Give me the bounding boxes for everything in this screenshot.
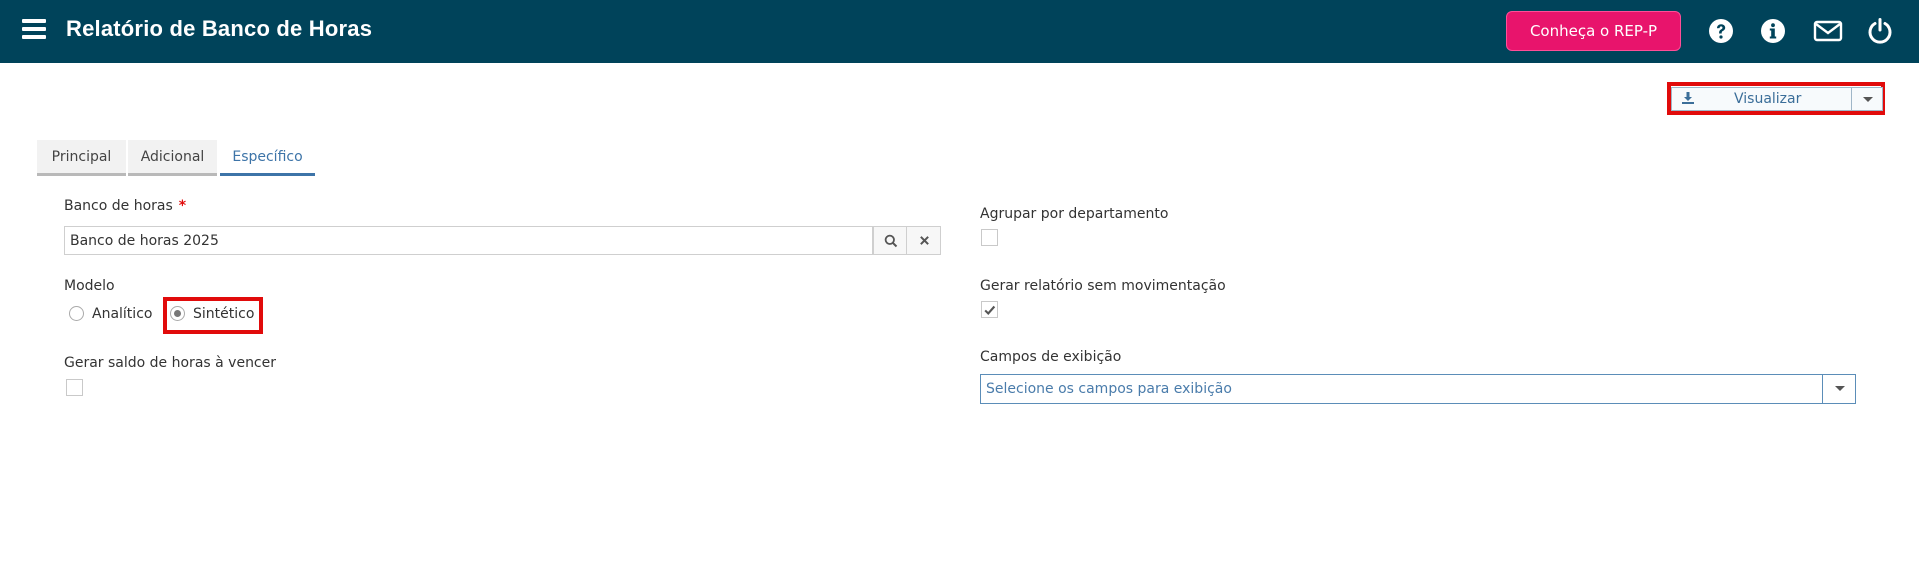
fields-label: Campos de exibição (980, 349, 1122, 365)
search-button[interactable] (873, 226, 908, 255)
group-label: Agrupar por departamento (980, 206, 1169, 222)
fields-select[interactable]: Selecione os campos para exibição (980, 374, 1856, 404)
page-title: Relatório de Banco de Horas (66, 16, 373, 41)
download-icon (1682, 92, 1694, 104)
menu-icon[interactable] (22, 19, 46, 41)
top-bar: Relatório de Banco de Horas Conheça o RE… (0, 0, 1919, 63)
no-movement-label: Gerar relatório sem movimentação (980, 278, 1226, 294)
required-mark: * (178, 198, 187, 214)
tab-adicional[interactable]: Adicional (128, 140, 217, 176)
bank-input[interactable]: Banco de horas 2025 (64, 226, 873, 255)
clear-button[interactable] (906, 226, 941, 255)
help-icon[interactable] (1707, 17, 1735, 45)
balance-checkbox[interactable] (66, 379, 83, 396)
chevron-down-icon (1835, 386, 1845, 391)
tab-especifico[interactable]: Específico (220, 140, 315, 176)
radio-analitico-label: Analítico (92, 306, 153, 322)
bank-label: Banco de horas * (64, 198, 186, 214)
radio-analitico[interactable] (69, 306, 84, 321)
radio-sintetico-label: Sintético (193, 306, 255, 322)
tab-principal[interactable]: Principal (37, 140, 126, 176)
visualizar-button[interactable]: Visualizar (1671, 87, 1851, 111)
bank-label-text: Banco de horas (64, 198, 173, 214)
model-label: Modelo (64, 278, 115, 294)
info-icon[interactable] (1759, 17, 1787, 45)
fields-dropdown-button[interactable] (1822, 374, 1856, 404)
visualizar-dropdown-button[interactable] (1851, 87, 1883, 111)
checkmark-icon (984, 305, 996, 316)
promo-button[interactable]: Conheça o REP-P (1506, 11, 1681, 51)
mail-icon[interactable] (1813, 17, 1843, 45)
no-movement-checkbox[interactable] (981, 301, 998, 318)
visualizar-label: Visualizar (1734, 91, 1802, 107)
search-icon (884, 234, 898, 248)
radio-sintetico[interactable] (170, 306, 185, 321)
close-icon (920, 236, 929, 245)
power-icon[interactable] (1866, 17, 1894, 45)
chevron-down-icon (1863, 97, 1873, 102)
balance-label: Gerar saldo de horas à vencer (64, 355, 277, 371)
group-checkbox[interactable] (981, 229, 998, 246)
